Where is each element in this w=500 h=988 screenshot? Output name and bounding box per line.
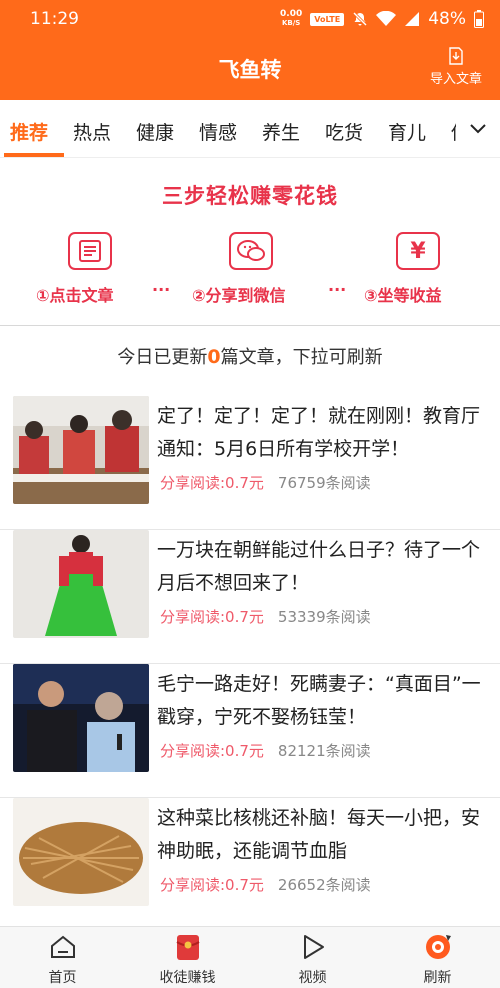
refresh-icon bbox=[426, 935, 451, 959]
net-speed-unit: KB/S bbox=[281, 19, 301, 27]
read-count: 82121条阅读 bbox=[277, 742, 371, 760]
step-1-label: ①点击文章 bbox=[36, 286, 114, 305]
app-header: 11:29 0.00 KB/S VoLTE 48% 飞鱼转 导入文章 bbox=[0, 0, 500, 100]
home-icon bbox=[51, 935, 75, 958]
share-reward: 分享阅读:0.7元 bbox=[160, 742, 264, 760]
read-count: 76759条阅读 bbox=[277, 474, 371, 492]
article-thumbnail bbox=[13, 396, 149, 504]
article-meta: 分享阅读:0.7元 76759条阅读 bbox=[160, 472, 371, 493]
nav-recruit-label: 收徒赚钱 bbox=[159, 970, 216, 986]
signal-icon bbox=[405, 12, 420, 26]
article-title: 毛宁一路走好！死瞒妻子：“真面目”一戳穿，宁死不娶杨钰莹！ bbox=[157, 673, 481, 728]
article-meta: 分享阅读:0.7元 82121条阅读 bbox=[160, 740, 371, 761]
nav-recruit[interactable]: 收徒赚钱 bbox=[125, 927, 250, 988]
article-title: 定了！定了！定了！就在刚刚！教育厅通知：5月6日所有学校开学！ bbox=[157, 405, 481, 460]
article-thumbnail bbox=[13, 664, 149, 772]
update-notice: 今日已更新0篇文章，下拉可刷新 bbox=[0, 343, 500, 369]
category-tabs: 推荐 热点 健康 情感 养生 吃货 育儿 传 bbox=[0, 100, 500, 158]
tab-health[interactable]: 健康 bbox=[136, 118, 174, 145]
read-count: 53339条阅读 bbox=[277, 608, 371, 626]
article-title: 一万块在朝鲜能过什么日子？待了一个月后不想回来了！ bbox=[157, 539, 481, 594]
battery-percent: 48% bbox=[428, 9, 466, 29]
tab-foodie[interactable]: 吃货 bbox=[325, 118, 363, 145]
tab-emotion[interactable]: 情感 bbox=[199, 118, 237, 145]
net-speed: 0.00 KB/S bbox=[280, 10, 302, 28]
play-icon bbox=[304, 935, 324, 959]
article-title: 这种菜比核桃还补脑！每天一小把，安神助眠，还能调节血脂 bbox=[157, 807, 481, 862]
red-envelope-icon bbox=[176, 935, 200, 960]
share-reward: 分享阅读:0.7元 bbox=[160, 608, 264, 626]
article-item[interactable]: 这种菜比核桃还补脑！每天一小把，安神助眠，还能调节血脂 分享阅读:0.7元 266… bbox=[0, 798, 500, 932]
tab-parenting[interactable]: 育儿 bbox=[388, 118, 426, 145]
wechat-icon bbox=[229, 232, 273, 270]
yuan-icon: ¥ bbox=[396, 232, 440, 270]
read-count: 26652条阅读 bbox=[277, 876, 371, 894]
article-meta: 分享阅读:0.7元 53339条阅读 bbox=[160, 606, 371, 627]
status-icons: 0.00 KB/S VoLTE 48% bbox=[280, 8, 484, 30]
update-notice-suffix: 篇文章，下拉可刷新 bbox=[220, 347, 383, 368]
volte-badge: VoLTE bbox=[310, 12, 345, 26]
step-separator: ··· bbox=[328, 280, 347, 299]
nav-video-label: 视频 bbox=[298, 970, 327, 986]
update-notice-prefix: 今日已更新 bbox=[117, 347, 208, 368]
article-thumbnail bbox=[13, 798, 149, 906]
share-reward: 分享阅读:0.7元 bbox=[160, 474, 264, 492]
update-count: 0 bbox=[207, 346, 221, 368]
bottom-nav: 首页 收徒赚钱 视频 刷新 bbox=[0, 926, 500, 988]
battery-icon bbox=[474, 10, 484, 28]
chevron-down-icon bbox=[470, 124, 486, 134]
step-2-label: ②分享到微信 bbox=[192, 286, 286, 305]
nav-refresh[interactable]: 刷新 bbox=[375, 927, 500, 988]
tab-hot[interactable]: 热点 bbox=[73, 118, 111, 145]
tab-wellness[interactable]: 养生 bbox=[262, 118, 300, 145]
import-article-label: 导入文章 bbox=[429, 72, 482, 87]
nav-refresh-label: 刷新 bbox=[423, 970, 452, 986]
article-item[interactable]: 一万块在朝鲜能过什么日子？待了一个月后不想回来了！ 分享阅读:0.7元 53339… bbox=[0, 530, 500, 664]
nav-video[interactable]: 视频 bbox=[250, 927, 375, 988]
tab-recommend[interactable]: 推荐 bbox=[10, 118, 48, 145]
article-item[interactable]: 毛宁一路走好！死瞒妻子：“真面目”一戳穿，宁死不娶杨钰莹！ 分享阅读:0.7元 8… bbox=[0, 664, 500, 798]
nav-home-label: 首页 bbox=[48, 970, 77, 986]
status-time: 11:29 bbox=[30, 9, 79, 29]
step-separator: ··· bbox=[152, 280, 171, 299]
article-meta: 分享阅读:0.7元 26652条阅读 bbox=[160, 874, 371, 895]
article-icon bbox=[68, 232, 112, 270]
status-bar: 11:29 0.00 KB/S VoLTE 48% bbox=[0, 0, 500, 38]
article-thumbnail bbox=[13, 530, 149, 638]
net-speed-value: 0.00 bbox=[280, 9, 303, 19]
more-tabs-button[interactable] bbox=[456, 100, 500, 157]
promo-title: 三步轻松赚零花钱 bbox=[162, 184, 338, 208]
nav-home[interactable]: 首页 bbox=[0, 927, 125, 988]
article-item[interactable]: 定了！定了！定了！就在刚刚！教育厅通知：5月6日所有学校开学！ 分享阅读:0.7… bbox=[0, 396, 500, 530]
wifi-icon bbox=[376, 11, 397, 26]
promo-banner[interactable]: 三步轻松赚零花钱 ¥ ①点击文章 ··· ②分享到微信 ··· ③坐等收益 bbox=[0, 158, 500, 326]
import-icon bbox=[449, 47, 463, 65]
step-3-label: ③坐等收益 bbox=[364, 286, 442, 305]
mute-icon bbox=[353, 11, 368, 27]
active-tab-indicator bbox=[4, 153, 64, 157]
share-reward: 分享阅读:0.7元 bbox=[160, 876, 264, 894]
import-article-button[interactable]: 导入文章 bbox=[424, 46, 488, 90]
